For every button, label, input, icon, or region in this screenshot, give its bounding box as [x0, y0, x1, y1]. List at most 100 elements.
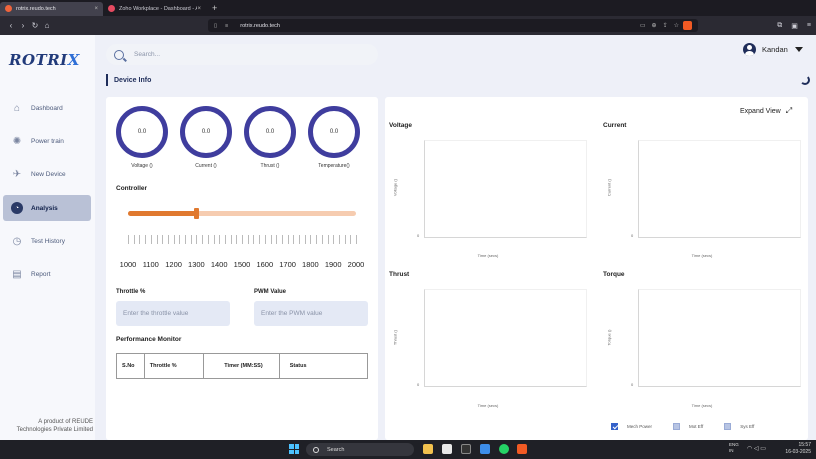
brave-browser-icon[interactable] [517, 444, 527, 454]
close-tab-icon[interactable]: × [94, 6, 98, 12]
sidebar-item-power-train[interactable]: ✺ Power train [3, 128, 91, 154]
slider-tick [156, 235, 158, 244]
back-icon[interactable]: ‹ [5, 21, 17, 30]
slider-scale-label: 1400 [210, 260, 228, 269]
wallet-icon[interactable]: ▣ [791, 22, 798, 30]
mech-power-checkbox[interactable] [611, 423, 618, 430]
slider-tick [338, 235, 340, 244]
slider-tick [230, 235, 232, 244]
system-tray-icons[interactable]: ◠ ◁ ▭ [747, 445, 766, 452]
slider-scale-label: 1800 [302, 260, 319, 269]
slider-tick [333, 235, 335, 244]
voltage-zero-tick: 0 [417, 233, 420, 238]
reload-icon[interactable]: ↻ [29, 21, 41, 30]
browser-tab-zoho[interactable]: Zoho Workplace - Dashboard - An ul × [103, 2, 206, 16]
search-icon [114, 49, 124, 60]
search-bar[interactable]: Search... [106, 44, 378, 65]
table-header-sno: S.No [117, 354, 145, 378]
avatar-icon [743, 43, 756, 56]
clock[interactable]: 15:57 16-03-2025 [781, 442, 811, 456]
slider-tick [304, 235, 306, 244]
app-icon[interactable] [442, 444, 452, 454]
slider-tick [167, 235, 169, 244]
legend-label: Mot Eff [689, 424, 704, 429]
home-browser-icon[interactable]: ⌂ [41, 21, 53, 30]
sidebar-item-report[interactable]: ▤ Report [3, 261, 91, 287]
slider-tick [173, 235, 175, 244]
table-header-timer: Timer (MM:SS) [204, 354, 280, 378]
slider-tick [299, 235, 300, 244]
app-icon[interactable] [461, 444, 471, 454]
new-tab-button[interactable]: + [212, 3, 217, 13]
loading-spinner-icon [800, 75, 810, 85]
file-explorer-icon[interactable] [423, 444, 433, 454]
site-info-icon[interactable]: ≡ [225, 23, 228, 29]
address-bar[interactable]: ▯ ≡ rotrix.reudo.tech ▭ ⊕ ⇪ ☆ [208, 19, 698, 32]
sidebar-item-new-device[interactable]: ✈ New Device [3, 161, 91, 187]
brave-shield-icon[interactable] [683, 21, 692, 30]
gauge-label: Current () [195, 163, 217, 169]
extensions-icon[interactable]: ⧉ [777, 22, 782, 30]
bookmark-icon[interactable]: ▯ [214, 23, 217, 29]
expand-view-button[interactable]: Expand View ⤢ [740, 106, 792, 116]
gauge-label: Temperature() [318, 163, 350, 169]
slider-ticks [128, 235, 357, 244]
browser-tab-rotrix[interactable]: rotrix.reudo.tech × [0, 1, 103, 16]
slider-tick [202, 235, 204, 244]
throttle-input[interactable] [116, 301, 230, 326]
wifi-icon: ◠ [747, 446, 753, 452]
slider-tick [281, 235, 283, 244]
new-device-icon: ✈ [12, 168, 22, 180]
tab-label: rotrix.reudo.tech [16, 5, 56, 12]
voltage-x-label: Time (secs) [477, 253, 499, 258]
device-control-panel: 0.0 0.0 0.0 0.0 Voltage () Current () Th… [106, 97, 378, 440]
slider-tick [356, 235, 357, 244]
app-icon[interactable] [480, 444, 490, 454]
controller-slider[interactable] [128, 208, 356, 219]
screen-icon[interactable]: ▭ [640, 22, 646, 29]
bookmark-star-icon[interactable]: ☆ [674, 22, 679, 29]
search-input[interactable]: Search... [134, 51, 160, 58]
slider-tick [327, 235, 329, 244]
torque-chart [638, 289, 801, 387]
language-indicator[interactable]: ENG IN [729, 442, 739, 454]
slider-tick [270, 235, 272, 244]
windows-start-icon[interactable] [289, 444, 299, 454]
power-train-icon: ✺ [12, 135, 22, 147]
slider-thumb[interactable] [194, 208, 200, 219]
pwm-input[interactable] [254, 301, 368, 326]
sidebar-item-test-history[interactable]: ◷ Test History [3, 228, 91, 254]
tab-label: Zoho Workplace - Dashboard - An ul [119, 5, 197, 12]
sidebar-item-analysis[interactable]: ◔ Analysis [3, 195, 91, 221]
gauge-label: Voltage () [131, 163, 153, 169]
menu-icon[interactable]: ≡ [807, 22, 811, 30]
current-chart [638, 140, 801, 238]
slider-scale-label: 2000 [347, 260, 365, 269]
sidebar-item-dashboard[interactable]: ⌂ Dashboard [3, 95, 91, 121]
zoho-favicon-icon [108, 5, 115, 12]
battery-icon: ▭ [760, 446, 766, 452]
slider-tick [190, 235, 192, 244]
whatsapp-icon[interactable] [499, 444, 509, 454]
company-footer: A product of REUDE Technologies Private … [16, 419, 93, 433]
legend-label: Mech Power [627, 424, 653, 429]
slider-tick [276, 235, 278, 244]
user-menu[interactable]: Kandan [743, 43, 803, 56]
slider-scale-label: 1900 [324, 260, 342, 269]
sys-eff-checkbox[interactable] [724, 423, 732, 430]
controller-title: Controller [116, 185, 148, 192]
taskbar-search[interactable]: Search [306, 443, 414, 456]
zoom-icon[interactable]: ⊕ [652, 22, 657, 29]
chevron-down-icon[interactable] [794, 47, 803, 52]
share-icon[interactable]: ⇪ [663, 22, 668, 29]
slider-tick [219, 235, 221, 244]
performance-table: S.No Throttle % Timer (MM:SS) Status [116, 353, 368, 379]
thrust-x-label: Time (secs) [477, 403, 499, 408]
forward-icon[interactable]: › [17, 21, 29, 30]
slider-tick [224, 235, 226, 244]
mot-eff-checkbox[interactable] [673, 423, 681, 430]
slider-scale-label: 1300 [188, 260, 205, 269]
close-tab-icon[interactable]: × [197, 6, 201, 12]
browser-toolbar: ‹ › ↻ ⌂ ▯ ≡ rotrix.reudo.tech ▭ ⊕ ⇪ ☆ ⧉ … [0, 16, 816, 35]
title-accent-bar [106, 74, 108, 86]
